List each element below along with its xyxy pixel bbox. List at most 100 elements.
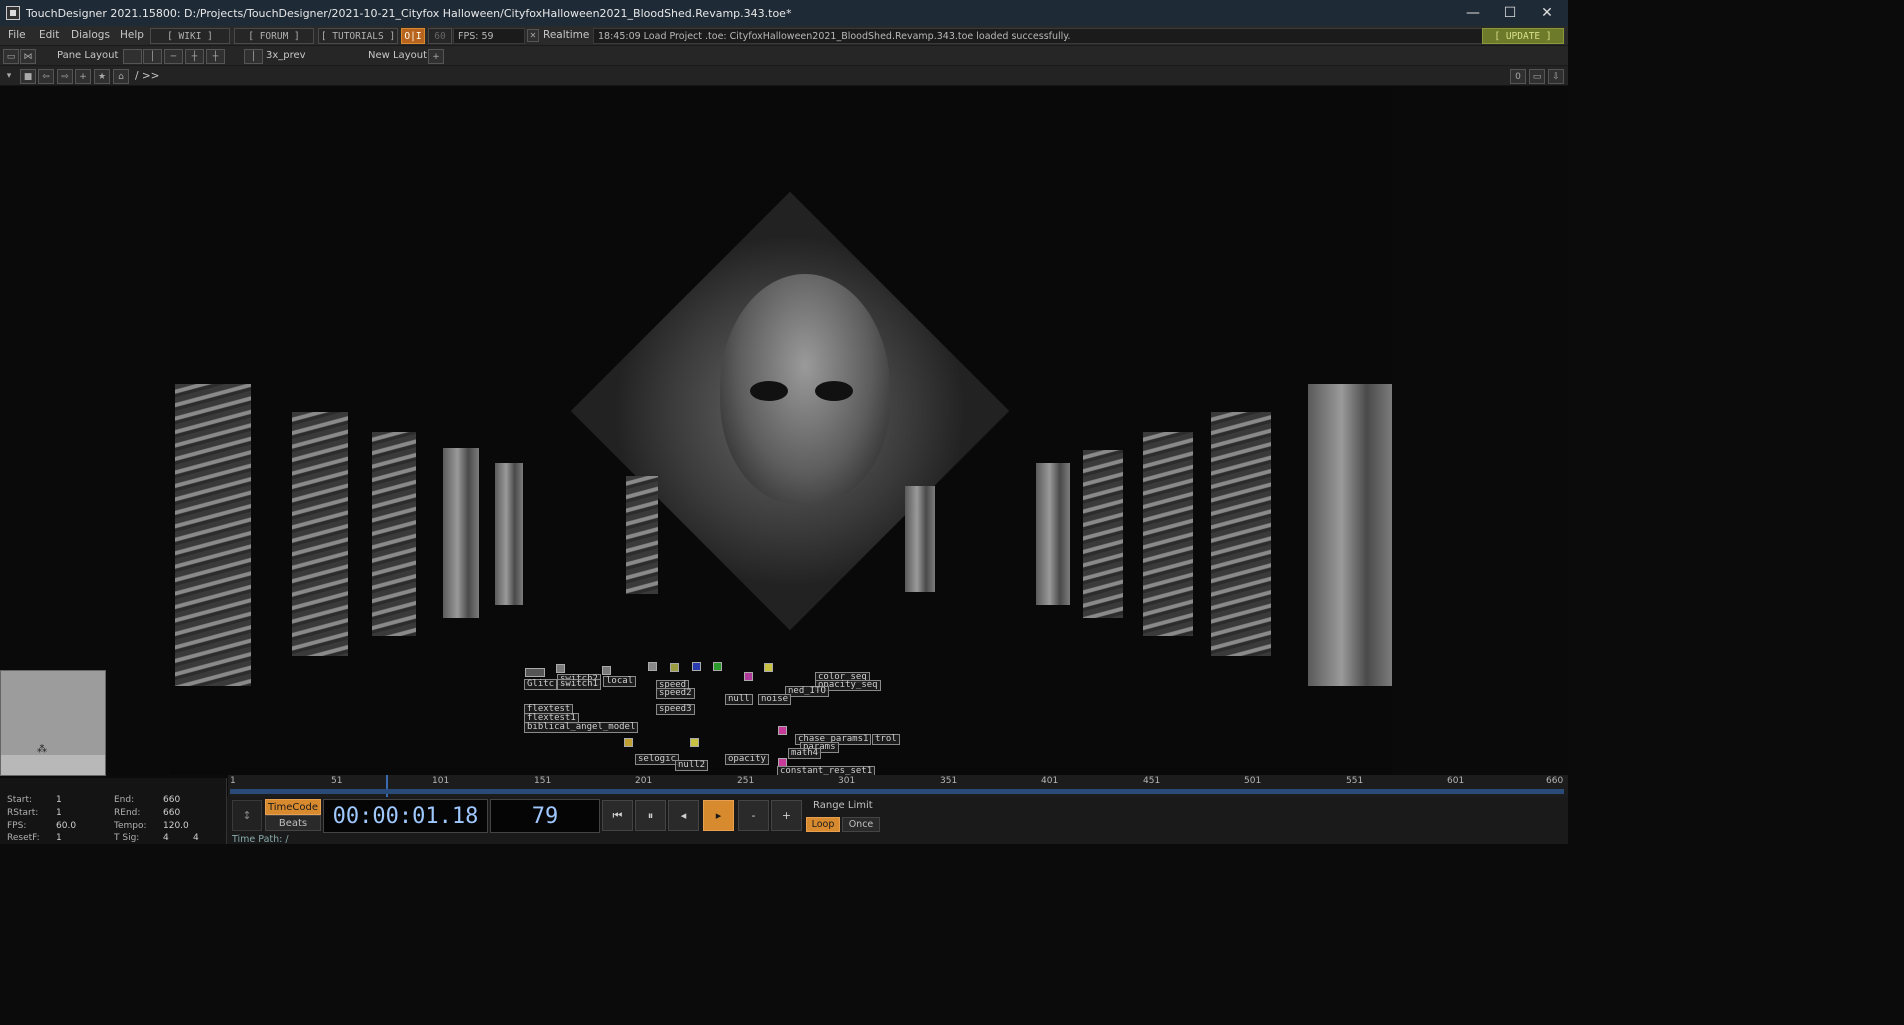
star-icon[interactable]: ★	[94, 69, 110, 84]
menu-help[interactable]: Help	[120, 29, 144, 41]
rstart-value[interactable]: 1	[56, 808, 62, 818]
tsig-denominator[interactable]: 4	[193, 833, 199, 843]
step-back-button[interactable]: ◂	[668, 800, 699, 831]
layout-split-v-icon[interactable]: │	[143, 49, 162, 64]
mask-face	[720, 274, 890, 504]
play-button[interactable]: ▸	[703, 800, 734, 831]
panel-right-2	[1211, 412, 1271, 656]
layout-preset-icon[interactable]: │	[244, 49, 263, 64]
rstart-label: RStart:	[7, 808, 39, 818]
node-ned-ito[interactable]: ned_ITO	[785, 686, 829, 697]
wiki-button[interactable]: [ WIKI ]	[150, 28, 230, 44]
maximize-button[interactable]: ☐	[1491, 0, 1529, 26]
network-path[interactable]: / >>	[135, 70, 159, 82]
close-button[interactable]: ✕	[1528, 0, 1566, 26]
once-toggle[interactable]: Once	[842, 817, 880, 832]
node-glitch[interactable]: Glitc	[524, 679, 558, 690]
step-plus-button[interactable]: +	[771, 800, 802, 831]
node-handle[interactable]	[778, 726, 787, 735]
oi-toggle[interactable]: O|I	[401, 28, 425, 44]
panel-center-left	[626, 476, 658, 594]
rend-value[interactable]: 660	[163, 808, 180, 818]
node-handle[interactable]	[744, 672, 753, 681]
tick-label: 351	[940, 776, 958, 786]
node-speed2[interactable]: speed2	[656, 688, 695, 699]
step-minus-button[interactable]: -	[738, 800, 769, 831]
node-handle[interactable]	[764, 663, 773, 672]
new-layout-label[interactable]: New Layout	[368, 50, 427, 61]
node-null[interactable]: null	[725, 694, 753, 705]
layout-quad-icon[interactable]: ┼	[206, 49, 225, 64]
panel-right-5	[1036, 463, 1070, 605]
node-selogic[interactable]: selogic	[635, 754, 679, 765]
node-handle[interactable]	[556, 664, 565, 673]
pane-network-icon[interactable]: ⋈	[20, 49, 36, 64]
timeline-ruler[interactable]: 1 51 101 151 201 251 301 351 401 451 501…	[228, 775, 1568, 797]
realtime-checkbox[interactable]: ✕	[527, 29, 539, 42]
time-pane-toggle[interactable]: ↕	[232, 800, 262, 831]
timecode-display[interactable]: 00:00:01.18	[323, 799, 488, 833]
dropdown-icon[interactable]: ▾	[2, 69, 16, 82]
fps-target[interactable]: 60	[428, 28, 452, 44]
forum-button[interactable]: [ FORUM ]	[234, 28, 314, 44]
node-handle[interactable]	[624, 738, 633, 747]
start-value[interactable]: 1	[56, 795, 62, 805]
node-handle[interactable]	[692, 662, 701, 671]
tsig-label: T Sig:	[114, 833, 140, 843]
node-math4[interactable]: math4	[788, 748, 822, 759]
end-label: End:	[114, 795, 135, 805]
tutorials-button[interactable]: [ TUTORIALS ]	[318, 28, 398, 44]
menu-file[interactable]: File	[8, 29, 26, 41]
menu-dialogs[interactable]: Dialogs	[71, 29, 110, 41]
add-icon[interactable]: +	[75, 69, 91, 84]
add-layout-button[interactable]: +	[428, 49, 444, 64]
node-opacity[interactable]: opacity	[725, 754, 769, 765]
node-speed3[interactable]: speed3	[656, 704, 695, 715]
forward-icon[interactable]: ⇨	[57, 69, 73, 84]
fps-label: FPS:	[7, 821, 27, 831]
pane-image-icon[interactable]: ▭	[3, 49, 19, 64]
layout-name[interactable]: 3x_prev	[266, 50, 306, 61]
layout-triple-icon[interactable]: ┼	[185, 49, 204, 64]
beats-toggle[interactable]: Beats	[265, 815, 321, 831]
fps-value[interactable]: 60.0	[56, 821, 76, 831]
node-handle[interactable]	[670, 663, 679, 672]
tick-label: 601	[1447, 776, 1465, 786]
tick-label: 251	[737, 776, 755, 786]
rewind-button[interactable]: ⏮	[602, 800, 633, 831]
menu-edit[interactable]: Edit	[39, 29, 59, 41]
tsig-numerator[interactable]: 4	[163, 833, 169, 843]
stop-icon[interactable]: ■	[20, 69, 36, 84]
layout-single-icon[interactable]	[123, 49, 142, 64]
update-button[interactable]: [ UPDATE ]	[1482, 28, 1564, 44]
node-handle[interactable]	[713, 662, 722, 671]
home-icon[interactable]: ⌂	[113, 69, 129, 84]
layout-split-h-icon[interactable]: ─	[164, 49, 183, 64]
maximize-pane-icon[interactable]: ▭	[1529, 69, 1545, 84]
timeline-range-bar[interactable]	[230, 789, 1564, 794]
end-value[interactable]: 660	[163, 795, 180, 805]
loop-toggle[interactable]: Loop	[806, 817, 840, 832]
node-biblical-angel-model[interactable]: biblical_angel_model	[524, 722, 639, 733]
pin-icon[interactable]: ⇩	[1548, 69, 1564, 84]
time-path-label[interactable]: Time Path: /	[232, 834, 289, 845]
node-noise[interactable]: noise	[758, 694, 792, 705]
node-local[interactable]: local	[603, 676, 637, 687]
pause-button[interactable]: ⏸	[635, 800, 666, 831]
timecode-toggle[interactable]: TimeCode	[265, 799, 321, 815]
node-switch1[interactable]: switch1	[557, 679, 601, 690]
panel-right-3	[1143, 432, 1193, 636]
resetf-value[interactable]: 1	[56, 833, 62, 843]
minimize-button[interactable]: —	[1454, 0, 1492, 26]
node-trol[interactable]: trol	[872, 734, 900, 745]
node-null2[interactable]: null2	[675, 760, 709, 771]
tempo-value[interactable]: 120.0	[163, 821, 189, 831]
tick-label: 501	[1244, 776, 1262, 786]
node-handle[interactable]	[648, 662, 657, 671]
node-handle[interactable]	[690, 738, 699, 747]
network-minimap[interactable]: ⁂	[0, 670, 106, 776]
back-icon[interactable]: ⇦	[38, 69, 54, 84]
node-handle[interactable]	[602, 666, 611, 675]
node-handle[interactable]	[525, 668, 545, 677]
frame-display[interactable]: 79	[490, 799, 600, 833]
